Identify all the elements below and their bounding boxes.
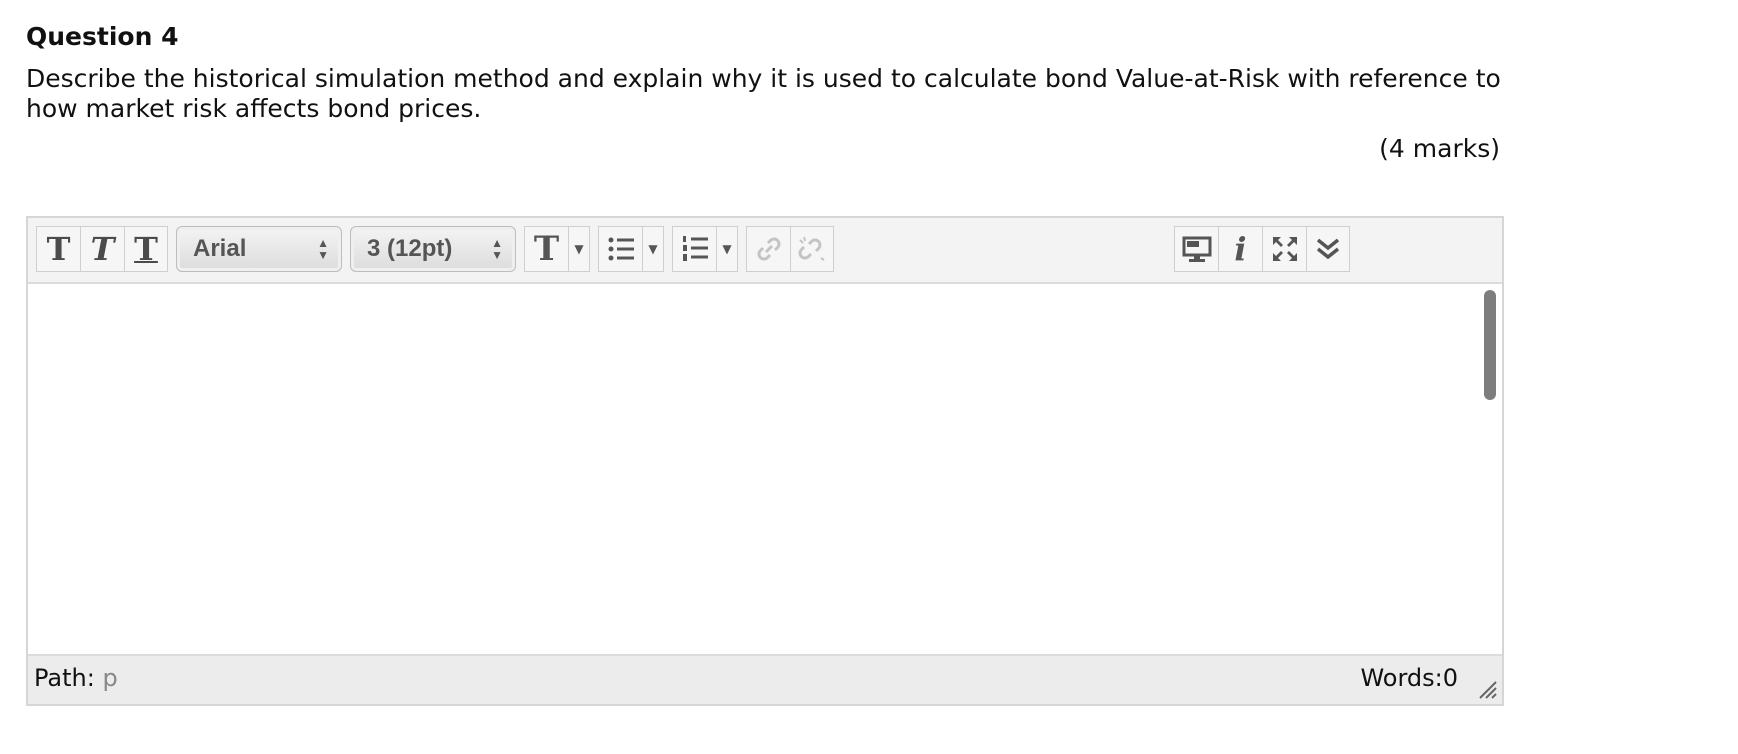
bullet-list-dropdown[interactable]: ▼: [642, 226, 664, 272]
word-count: Words:0: [1360, 664, 1458, 692]
editor-statusbar: Path: p Words:0: [28, 654, 1502, 704]
underline-button[interactable]: T: [124, 226, 168, 272]
bold-icon: T: [46, 230, 71, 268]
italic-icon: T: [90, 230, 115, 268]
select-arrows-icon: ▲ ▼: [317, 236, 329, 262]
text-color-icon: T: [533, 229, 560, 269]
path-label: Path:: [34, 664, 95, 692]
question-text-line2: how market risk affects bond prices.: [26, 94, 482, 123]
question-text: Describe the historical simulation metho…: [26, 64, 1506, 124]
preview-button[interactable]: [1174, 226, 1218, 272]
link-icon: [757, 237, 780, 261]
scrollbar-thumb[interactable]: [1484, 290, 1496, 400]
font-family-value: Arial: [193, 235, 247, 262]
expand-toolbar-icon: [1316, 238, 1340, 260]
fullscreen-button[interactable]: [1262, 226, 1306, 272]
insert-link-button[interactable]: [746, 226, 790, 272]
path-indicator: Path: p: [34, 664, 118, 692]
font-size-select[interactable]: 3 (12pt) ▲ ▼: [350, 226, 516, 272]
bullet-list-button[interactable]: [598, 226, 642, 272]
expand-toolbar-button[interactable]: [1306, 226, 1350, 272]
preview-icon: [1182, 236, 1211, 262]
info-icon: i: [1234, 230, 1247, 268]
unlink-icon: [798, 236, 825, 261]
editor-toolbar: T T T Arial ▲ ▼ 3 (12pt) ▲ ▼ T ▼ ▼ ▼ i: [28, 218, 1502, 284]
rich-text-editor: T T T Arial ▲ ▼ 3 (12pt) ▲ ▼ T ▼ ▼ ▼ i P…: [26, 216, 1504, 706]
text-color-button[interactable]: T: [524, 226, 568, 272]
chevron-down-icon: ▼: [722, 242, 732, 256]
remove-link-button[interactable]: [790, 226, 834, 272]
font-family-select[interactable]: Arial ▲ ▼: [176, 226, 342, 272]
italic-button[interactable]: T: [80, 226, 124, 272]
question-title: Question 4: [26, 22, 179, 51]
editor-content-area[interactable]: [28, 284, 1502, 658]
info-button[interactable]: i: [1218, 226, 1262, 272]
question-text-line1: Describe the historical simulation metho…: [26, 64, 1501, 93]
numbered-list-button[interactable]: [672, 226, 716, 272]
question-marks: (4 marks): [1379, 134, 1500, 163]
select-arrows-icon: ▲ ▼: [491, 236, 503, 262]
numbered-list-icon: [682, 236, 708, 261]
underline-icon: T: [134, 230, 158, 268]
numbered-list-dropdown[interactable]: ▼: [716, 226, 738, 272]
text-color-dropdown[interactable]: ▼: [568, 226, 590, 272]
chevron-down-icon: ▼: [574, 242, 584, 256]
chevron-down-icon: ▼: [648, 242, 658, 256]
path-value[interactable]: p: [102, 664, 117, 692]
bold-button[interactable]: T: [36, 226, 80, 272]
resize-handle-icon[interactable]: [1476, 678, 1498, 700]
bullet-list-icon: [608, 237, 634, 261]
fullscreen-icon: [1272, 237, 1297, 261]
font-size-value: 3 (12pt): [367, 235, 453, 262]
